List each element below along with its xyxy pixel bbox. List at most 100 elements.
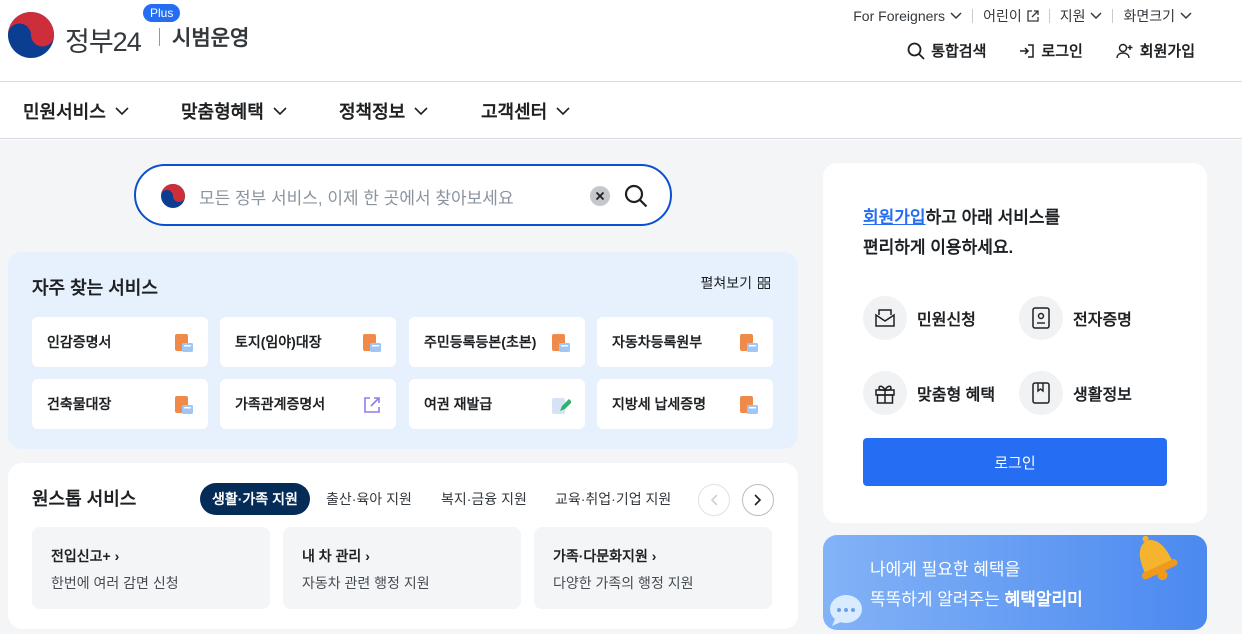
quick-life-info[interactable]: 생활정보 (1019, 371, 1132, 415)
tab-birth-childcare[interactable]: 출산·육아 지원 (326, 483, 412, 515)
chevron-down-icon (1090, 12, 1102, 20)
onestop-card-car-management[interactable]: 내 차 관리 › 자동차 관련 행정 지원 (283, 527, 521, 609)
chevron-down-icon (115, 106, 129, 115)
util-screen-size-label: 화면크기 (1123, 8, 1175, 24)
tab-life-family[interactable]: 생활·가족 지원 (200, 483, 310, 515)
quick-label: 전자증명 (1073, 312, 1132, 329)
plus-badge: Plus (143, 4, 181, 22)
login-icon (1020, 43, 1035, 58)
chevron-down-icon (1180, 12, 1192, 20)
service-card-building-register[interactable]: 건축물대장 (32, 379, 208, 429)
edit-form-icon (552, 398, 571, 414)
util-foreigners-label: For Foreigners (853, 8, 946, 24)
search-input[interactable]: 모든 정부 서비스, 이제 한 곳에서 찾아보세요 (199, 184, 514, 209)
chevron-down-icon (556, 106, 570, 115)
util-screen-size[interactable]: 화면크기 (1113, 6, 1202, 26)
chevron-down-icon (273, 106, 287, 115)
taegeuk-icon (161, 184, 185, 208)
quick-icon-wrap (863, 296, 907, 340)
onestop-card-desc: 다양한 가족의 행정 지원 (553, 575, 694, 591)
grid-icon (758, 277, 770, 289)
service-card-passport-reissue[interactable]: 여권 재발급 (409, 379, 585, 429)
util-foreigners[interactable]: For Foreigners (843, 8, 972, 24)
quick-label: 맞춤형 혜택 (917, 387, 996, 404)
service-card-local-tax[interactable]: 지방세 납세증명 (597, 379, 773, 429)
util-support-label: 지원 (1059, 8, 1086, 24)
document-print-icon (552, 334, 570, 352)
quick-icon-wrap (1019, 371, 1063, 415)
nav-civil-service-label: 민원서비스 (23, 102, 106, 122)
quick-label: 생활정보 (1073, 387, 1132, 404)
search-bar[interactable]: 모든 정부 서비스, 이제 한 곳에서 찾아보세요 (134, 164, 672, 226)
quick-e-certificate[interactable]: 전자증명 (1019, 296, 1132, 340)
service-card-resident-register[interactable]: 주민등록등본(초본) (409, 317, 585, 367)
expand-button[interactable]: 펼쳐보기 (700, 273, 770, 293)
service-card-label: 토지(임야)대장 (235, 334, 322, 350)
account-links: 통합검색 로그인 회원가입 (907, 40, 1195, 61)
document-print-icon (175, 396, 193, 414)
quick-icon-wrap (1019, 296, 1063, 340)
service-card-seal-certificate[interactable]: 인감증명서 (32, 317, 208, 367)
onestop-card-multicultural[interactable]: 가족·다문화지원 › 다양한 가족의 행정 지원 (534, 527, 772, 609)
onestop-card-title: 내 차 관리 › (302, 548, 370, 564)
document-print-icon (175, 334, 193, 352)
header: 정부24 Plus 시범운영 For Foreigners 어린이 지원 화면크… (0, 0, 1242, 82)
service-card-label: 가족관계증명서 (235, 396, 326, 412)
nav-civil-service[interactable]: 민원서비스 (23, 98, 129, 124)
quick-icon-wrap (863, 371, 907, 415)
speech-bubble-icon (830, 595, 862, 626)
trial-label: 시범운영 (172, 27, 250, 50)
util-kids-label: 어린이 (983, 8, 1022, 24)
tab-education-employment[interactable]: 교육·취업·기업 지원 (555, 483, 671, 515)
onestop-services: 원스톱 서비스 생활·가족 지원 출산·육아 지원 복지·금융 지원 교육·취업… (8, 463, 798, 629)
document-print-icon (740, 396, 758, 414)
expand-label: 펼쳐보기 (700, 275, 752, 291)
book-icon (1032, 382, 1050, 404)
chevron-down-icon (414, 106, 428, 115)
user-add-icon (1116, 43, 1133, 58)
banner-line2: 똑똑하게 알려주는 혜택알리미 (870, 590, 1083, 609)
util-kids[interactable]: 어린이 (973, 6, 1049, 26)
nav-custom-benefits[interactable]: 맞춤형혜택 (181, 98, 287, 124)
integrated-search-link[interactable]: 통합검색 (907, 40, 986, 61)
login-button[interactable]: 로그인 (863, 438, 1167, 486)
quick-civil-application[interactable]: 민원신청 (863, 296, 976, 340)
prev-tab-button[interactable] (698, 484, 730, 516)
brand-divider (159, 28, 160, 46)
onestop-card-move-in[interactable]: 전입신고+ › 한번에 여러 감면 신청 (32, 527, 270, 609)
government-taegeuk-logo[interactable] (8, 12, 54, 58)
signup-link[interactable]: 회원가입 (1116, 40, 1195, 61)
brand-name[interactable]: 정부24 (65, 20, 142, 59)
frequent-title: 자주 찾는 서비스 (32, 278, 158, 298)
signup-inline-link[interactable]: 회원가입 (863, 208, 926, 227)
login-message-line1: 하고 아래 서비스를 (925, 208, 1061, 227)
chevron-right-icon (754, 494, 762, 506)
search-icon[interactable] (624, 184, 648, 208)
frequent-services: 자주 찾는 서비스 펼쳐보기 인감증명서 토지(임야)대장 주민등록등본(초본)… (8, 252, 798, 449)
quick-label: 민원신청 (917, 312, 976, 329)
next-tab-button[interactable] (742, 484, 774, 516)
external-link-icon (1027, 10, 1039, 22)
service-card-label: 인감증명서 (47, 334, 112, 350)
nav-policy-info[interactable]: 정책정보 (339, 98, 428, 124)
onestop-card-title: 가족·다문화지원 › (553, 548, 657, 564)
service-card-label: 자동차등록원부 (612, 334, 703, 350)
benefit-alert-banner[interactable]: 나에게 필요한 혜택을 똑똑하게 알려주는 혜택알리미 (823, 535, 1207, 630)
service-card-vehicle-register[interactable]: 자동차등록원부 (597, 317, 773, 367)
login-link[interactable]: 로그인 (1019, 40, 1083, 61)
nav-custom-benefits-label: 맞춤형혜택 (181, 102, 264, 122)
clear-icon[interactable] (590, 186, 610, 206)
util-support[interactable]: 지원 (1050, 6, 1113, 26)
quick-custom-benefits[interactable]: 맞춤형 혜택 (863, 371, 995, 415)
search-icon (907, 42, 925, 60)
external-link-icon (364, 397, 380, 413)
signup-label: 회원가입 (1139, 43, 1195, 60)
bell-icon (1139, 535, 1178, 581)
service-card-label: 여권 재발급 (424, 396, 493, 412)
service-card-land-register[interactable]: 토지(임야)대장 (220, 317, 396, 367)
tab-welfare-finance[interactable]: 복지·금융 지원 (441, 483, 527, 515)
service-card-family-certificate[interactable]: 가족관계증명서 (220, 379, 396, 429)
document-print-icon (363, 334, 381, 352)
nav-customer-center[interactable]: 고객센터 (481, 98, 570, 124)
chevron-left-icon (710, 494, 718, 506)
